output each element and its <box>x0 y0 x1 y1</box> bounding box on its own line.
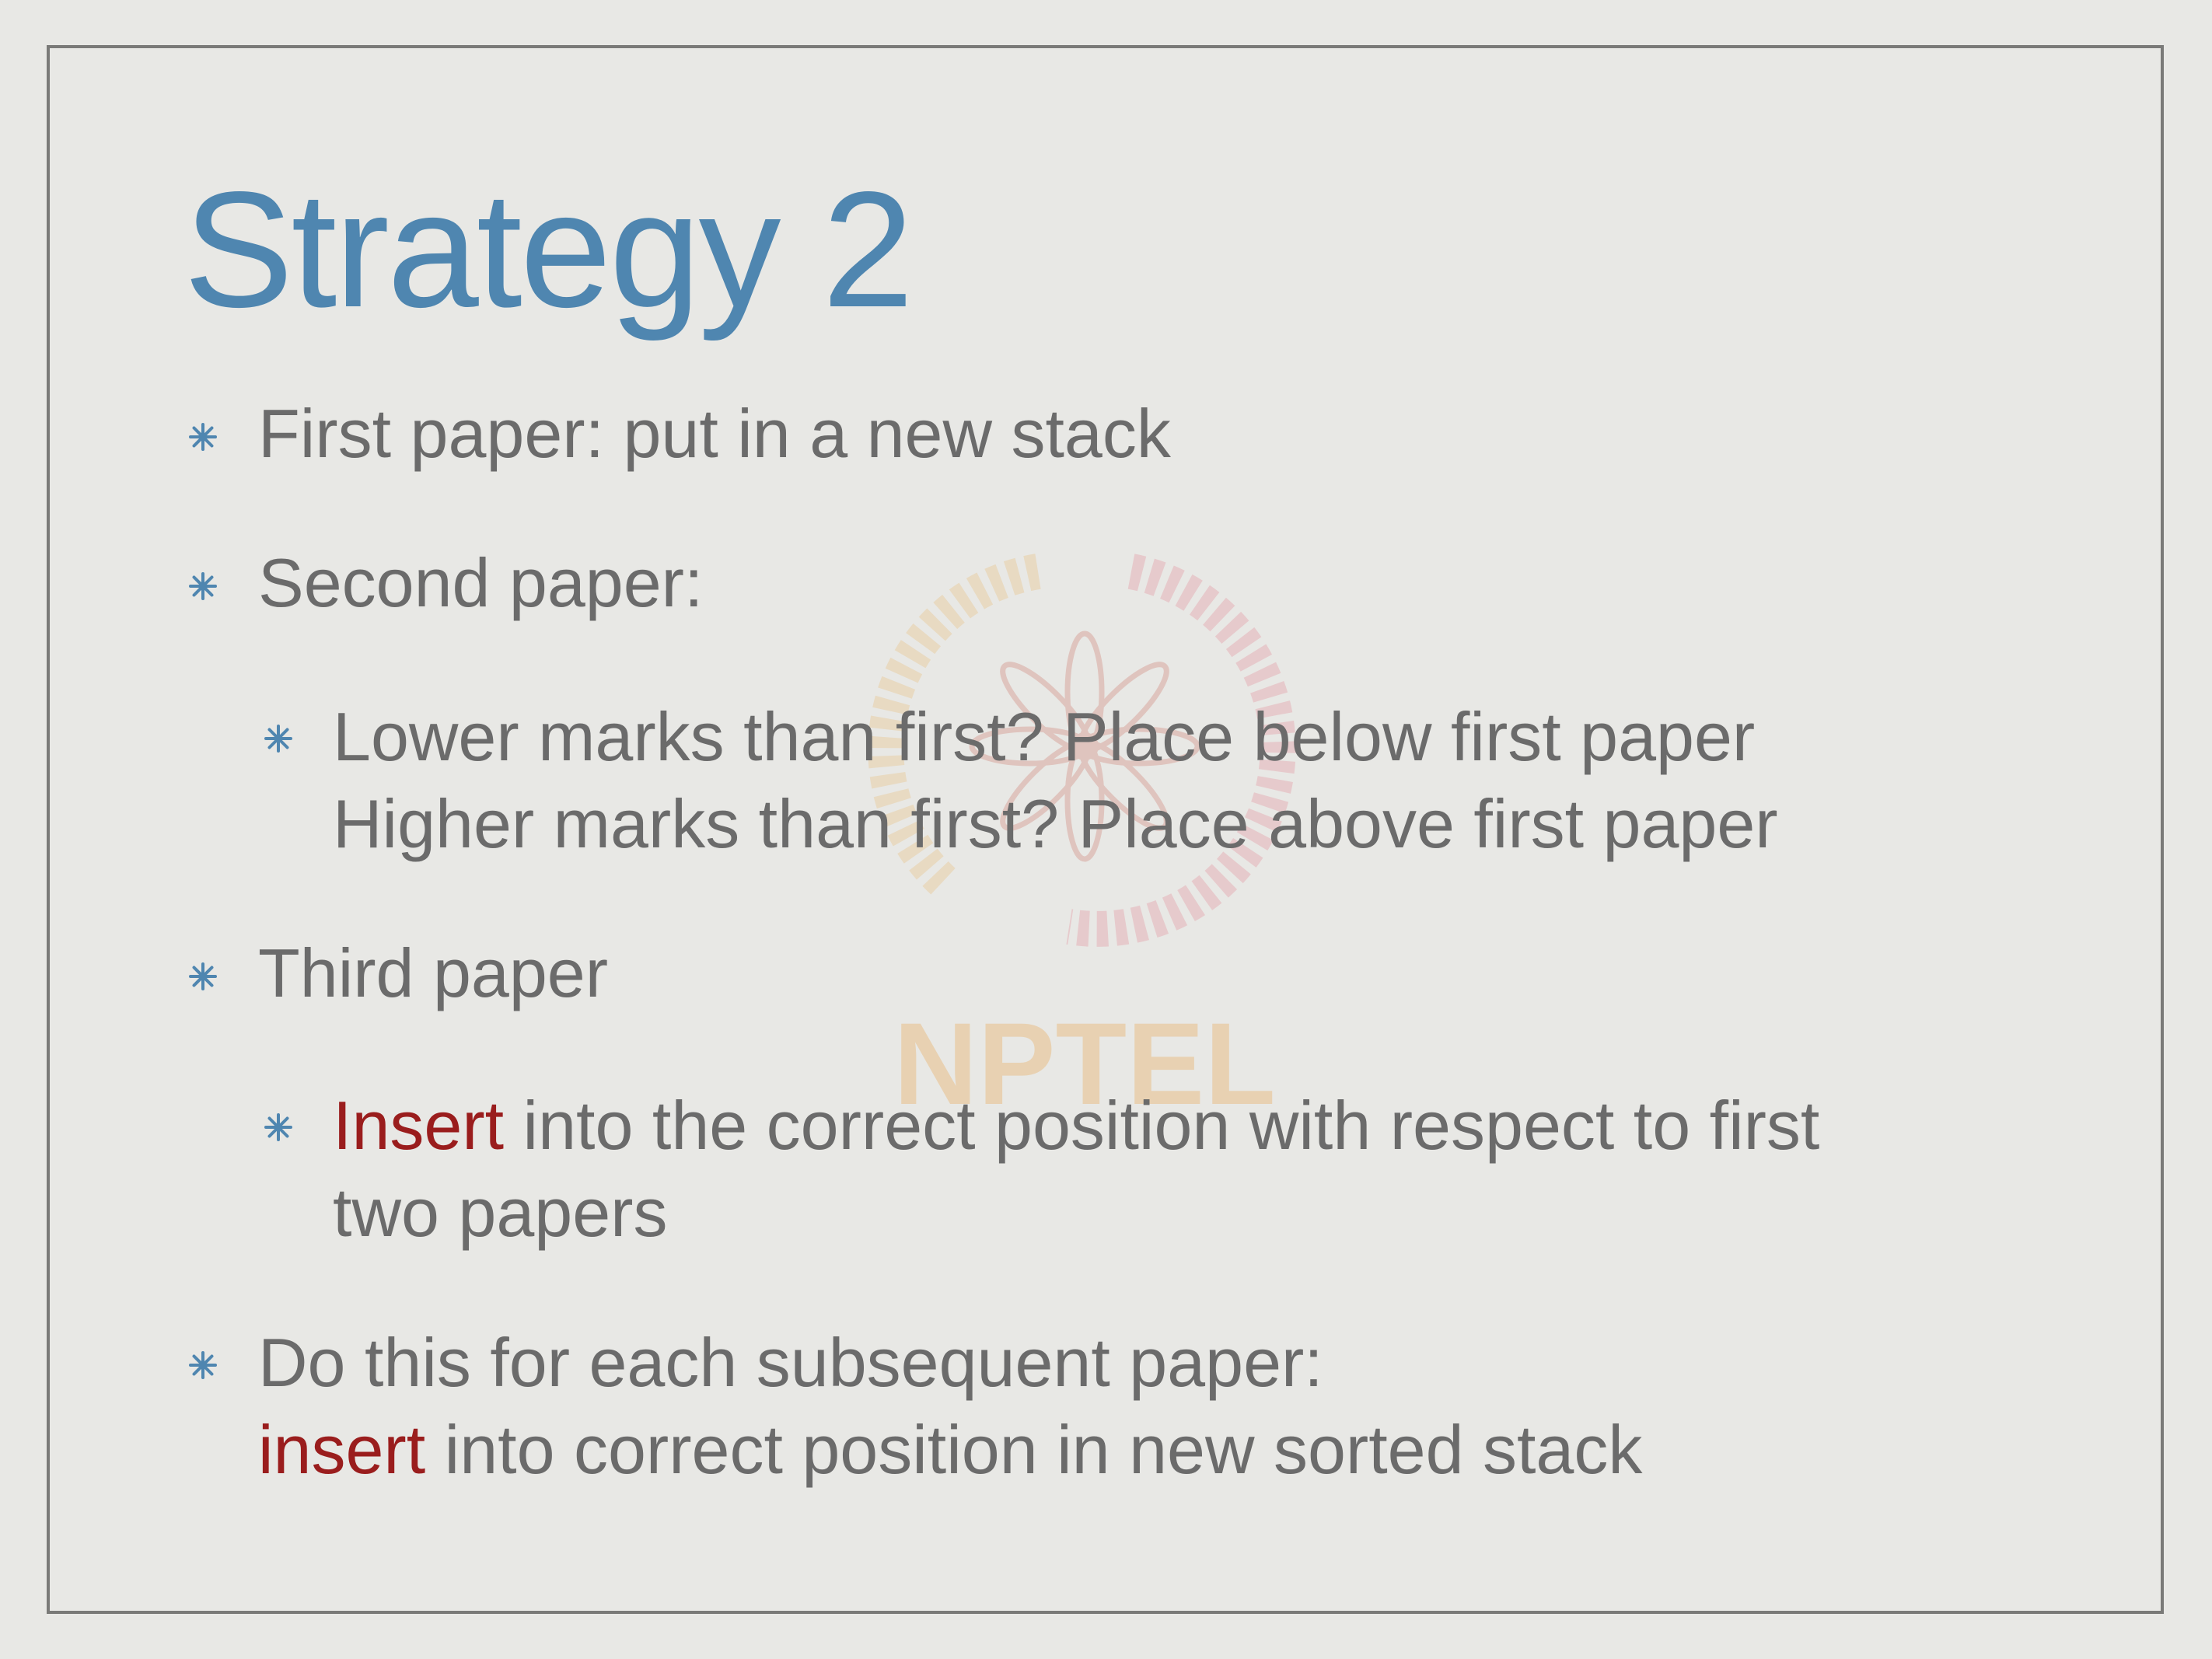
bullet-text: into correct position in new sorted stac… <box>425 1411 1643 1488</box>
bullet-text: First paper: put in a new stack <box>258 395 1171 472</box>
asterisk-bullet-icon <box>264 1113 292 1141</box>
slide: NPTEL Strategy 2 First paper: put in a n… <box>0 0 2212 1659</box>
sub-bullet-marks-comparison: Lower marks than first? Place below firs… <box>333 693 1778 868</box>
bullet-line: Insert into the correct position with re… <box>333 1082 1819 1169</box>
asterisk-bullet-icon <box>189 962 217 990</box>
bullet-first-paper: First paper: put in a new stack <box>258 390 1171 477</box>
keyword-insert: insert <box>258 1411 426 1488</box>
keyword-insert: Insert <box>333 1087 505 1164</box>
bullet-text: Second paper: <box>258 544 704 621</box>
asterisk-bullet-icon <box>189 1351 217 1379</box>
bullet-second-paper: Second paper: <box>258 540 703 627</box>
asterisk-bullet-icon <box>189 423 217 451</box>
bullet-text: into the correct position with respect t… <box>504 1087 1820 1164</box>
bullet-line: Lower marks than first? Place below firs… <box>333 698 1756 775</box>
bullet-text: Third paper <box>258 934 609 1011</box>
bullet-third-paper: Third paper <box>258 930 608 1017</box>
bullet-line: two papers <box>333 1174 668 1251</box>
bullet-subsequent-papers: Do this for each subsequent paper: inser… <box>258 1319 1642 1493</box>
slide-title: Strategy 2 <box>183 157 914 341</box>
bullet-line: insert into correct position in new sort… <box>258 1406 1642 1493</box>
bullet-line: Higher marks than first? Place above fir… <box>333 785 1778 862</box>
bullet-line: Do this for each subsequent paper: <box>258 1324 1323 1401</box>
sub-bullet-insert: Insert into the correct position with re… <box>333 1082 1819 1256</box>
asterisk-bullet-icon <box>189 572 217 600</box>
asterisk-bullet-icon <box>264 725 292 753</box>
